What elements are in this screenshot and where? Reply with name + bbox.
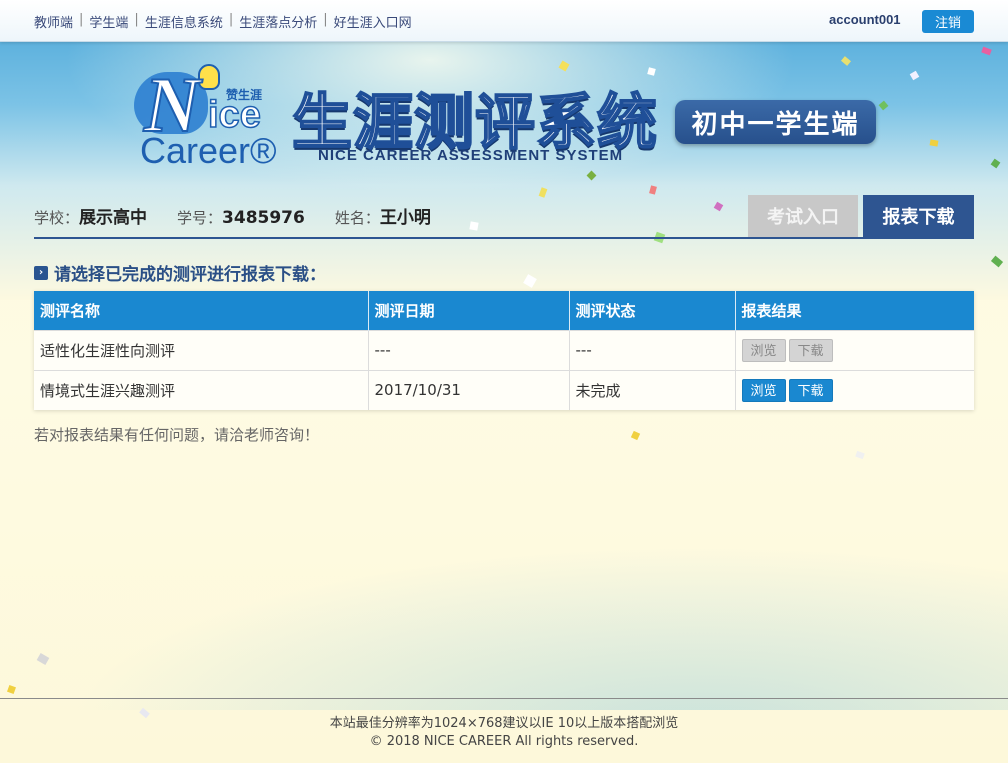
student-info: 学校： 展示高中 学号： 3485976 姓名： 王小明	[34, 203, 431, 228]
chevron-right-icon: ›	[34, 265, 48, 280]
footer-copyright: © 2018 NICE CAREER All rights reserved.	[369, 734, 639, 749]
nav-separator: |	[79, 12, 84, 27]
cell-assessment-name: 适性化生涯性向测评	[34, 329, 369, 370]
report-download-button[interactable]: 报表下载	[863, 195, 974, 237]
view-button[interactable]: 浏览	[741, 378, 786, 402]
lightbulb-icon	[198, 64, 220, 90]
student-id-label: 学号：	[177, 209, 223, 227]
footer-divider	[0, 698, 1008, 699]
footer-resolution-note: 本站最佳分辨率为1024×768建议以IE 10以上版本搭配浏览	[329, 716, 679, 731]
decorative-background	[0, 470, 1008, 710]
section-title-text: 请选择已完成的测评进行报表下载：	[54, 265, 326, 285]
view-button-disabled: 浏览	[741, 338, 786, 362]
student-name-label: 姓名：	[334, 209, 380, 227]
cell-assessment-status: 未完成	[569, 369, 736, 410]
divider	[34, 237, 974, 239]
column-header-date: 测评日期	[368, 291, 570, 330]
cell-assessment-status: ---	[569, 329, 736, 370]
student-name-value: 王小明	[379, 208, 431, 228]
user-role-badge: 初中一学生端	[675, 100, 876, 144]
school-label: 学校：	[34, 209, 80, 227]
table-row: 情境式生涯兴趣测评 2017/10/31 未完成 浏览 下载	[34, 369, 974, 410]
column-header-result: 报表结果	[735, 291, 974, 330]
cell-report-actions: 浏览 下载	[735, 329, 974, 370]
nav-link-teacher[interactable]: 教师端	[34, 12, 73, 31]
help-note: 若对报表结果有任何问题，请洽老师咨询！	[34, 426, 320, 444]
nav-link-career-info[interactable]: 生涯信息系统	[145, 12, 223, 31]
top-nav-links: 教师端 | 学生端 | 生涯信息系统 | 生涯落点分析 | 好生涯入口网	[34, 12, 412, 31]
cell-assessment-date: 2017/10/31	[368, 369, 570, 410]
student-id-value: 3485976	[222, 208, 305, 228]
table-header-row: 测评名称 测评日期 测评状态 报表结果	[34, 291, 974, 330]
cell-assessment-name: 情境式生涯兴趣测评	[34, 369, 369, 410]
system-title-english: NICE CAREER ASSESSMENT SYSTEM	[318, 147, 624, 164]
download-button[interactable]: 下载	[788, 378, 833, 402]
top-navigation-bar: 教师端 | 学生端 | 生涯信息系统 | 生涯落点分析 | 好生涯入口网 acc…	[0, 0, 1008, 42]
logout-button[interactable]: 注销	[922, 10, 974, 33]
nav-separator: |	[323, 12, 328, 27]
school-value: 展示高中	[79, 208, 148, 228]
nav-separator: |	[134, 12, 139, 27]
assessment-table: 测评名称 测评日期 测评状态 报表结果 适性化生涯性向测评 --- --- 浏览…	[34, 291, 974, 410]
exam-entry-button[interactable]: 考试入口	[748, 195, 858, 237]
section-title: › 请选择已完成的测评进行报表下载：	[34, 260, 326, 285]
column-header-name: 测评名称	[34, 291, 369, 330]
logo-career-text: Career®	[140, 130, 277, 171]
nav-link-good-career[interactable]: 好生涯入口网	[334, 12, 412, 31]
nav-link-career-analysis[interactable]: 生涯落点分析	[239, 12, 317, 31]
nav-link-student[interactable]: 学生端	[89, 12, 128, 31]
cell-report-actions: 浏览 下载	[735, 369, 974, 410]
download-button-disabled: 下载	[788, 338, 833, 362]
nice-career-logo: N 赞生涯 ice Career®	[134, 60, 284, 174]
nav-separator: |	[228, 12, 234, 27]
cell-assessment-date: ---	[368, 329, 570, 370]
table-row: 适性化生涯性向测评 --- --- 浏览 下载	[34, 329, 974, 370]
column-header-status: 测评状态	[569, 291, 736, 330]
account-name: account001	[829, 12, 901, 27]
